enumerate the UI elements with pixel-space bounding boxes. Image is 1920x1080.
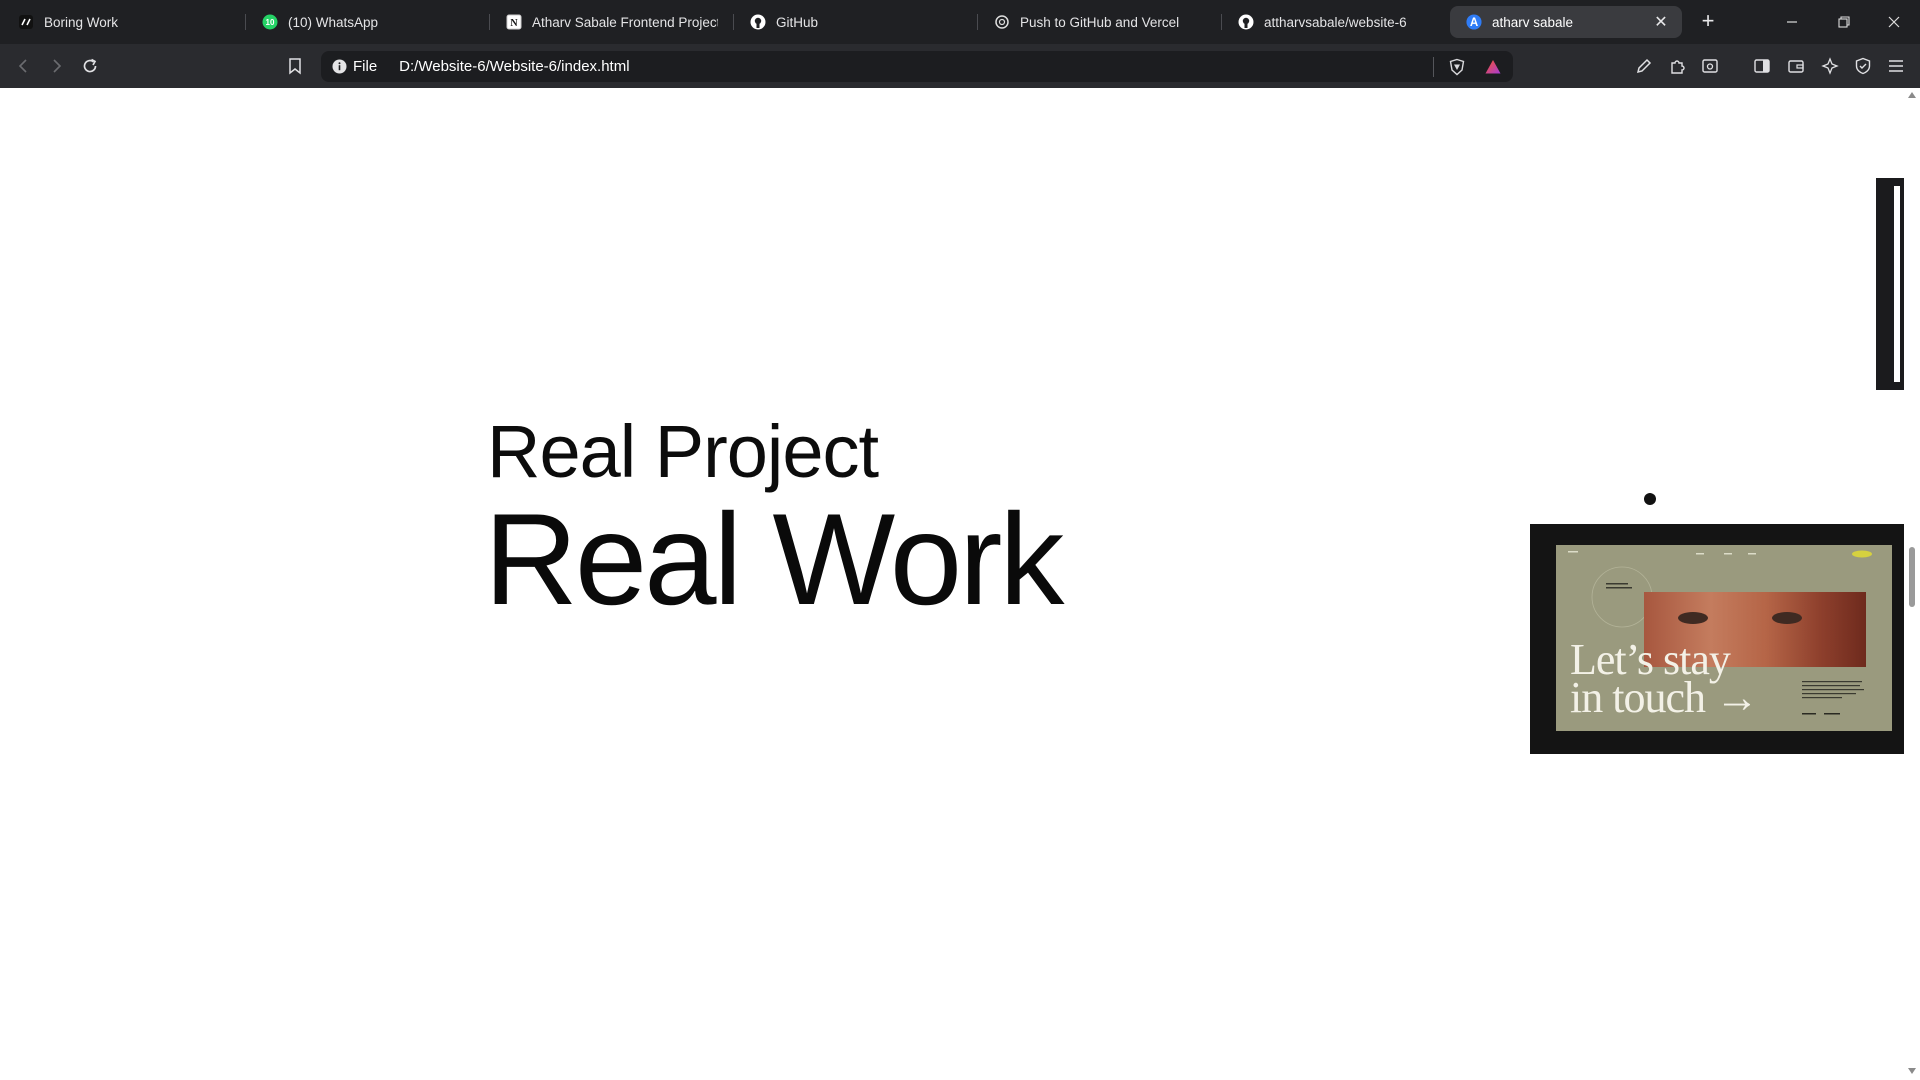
scroll-up-arrow-icon[interactable]	[1908, 92, 1916, 98]
github-icon	[1238, 14, 1254, 30]
tab-title: Atharv Sabale Frontend Projects	[532, 14, 718, 30]
chatgpt-icon	[994, 14, 1010, 30]
notion-icon: N	[506, 14, 522, 30]
back-button[interactable]	[12, 54, 36, 78]
tab-title: (10) WhatsApp	[288, 14, 379, 30]
project-preview-card[interactable]: Let’s stay in touch →	[1530, 524, 1904, 754]
close-tab-icon[interactable]: ✕	[1652, 13, 1670, 31]
whatsapp-icon: 10	[262, 14, 278, 30]
tab-notion-projects[interactable]: N Atharv Sabale Frontend Projects	[490, 6, 734, 38]
hero-subheading: Real Project	[487, 410, 879, 493]
leo-pen-icon[interactable]	[1632, 54, 1656, 78]
project-preview-screenshot: Let’s stay in touch →	[1556, 545, 1892, 731]
tab-title: Push to GitHub and Vercel	[1020, 14, 1180, 30]
preview-headline: Let’s stay in touch →	[1570, 638, 1759, 720]
preview-headline-line2: in touch	[1570, 673, 1706, 722]
new-tab-button[interactable]: +	[1696, 10, 1720, 34]
boring-work-icon	[18, 14, 34, 30]
tab-title: GitHub	[776, 14, 819, 30]
site-a-icon: A	[1466, 14, 1482, 30]
tab-boring-work[interactable]: Boring Work	[2, 6, 246, 38]
bookmark-icon[interactable]	[283, 54, 307, 78]
url-text[interactable]: D:/Website-6/Website-6/index.html	[399, 58, 629, 75]
scroll-down-arrow-icon[interactable]	[1908, 1068, 1916, 1074]
whatsapp-badge: 10	[266, 18, 275, 27]
leo-ai-icon[interactable]	[1818, 54, 1842, 78]
vpn-shield-icon[interactable]	[1851, 54, 1875, 78]
custom-cursor-dot	[1644, 493, 1656, 505]
svg-text:A: A	[1470, 17, 1479, 29]
restore-window-button[interactable]	[1824, 8, 1864, 36]
arrow-right-icon: →	[1714, 673, 1759, 722]
tab-chatgpt[interactable]: Push to GitHub and Vercel	[978, 6, 1222, 38]
extensions-icon[interactable]	[1666, 54, 1690, 78]
page-scrollbar[interactable]	[1904, 88, 1920, 1080]
sidebar-icon[interactable]	[1750, 54, 1774, 78]
tab-github-repo[interactable]: attharvsabale/website-6	[1222, 6, 1450, 38]
address-bar[interactable]: File D:/Website-6/Website-6/index.html	[321, 51, 1513, 82]
tab-active-site[interactable]: A atharv sabale ✕	[1450, 6, 1682, 38]
scroll-thumb[interactable]	[1909, 547, 1915, 607]
tab-search-icon[interactable]	[1698, 54, 1722, 78]
menu-icon[interactable]	[1884, 54, 1908, 78]
tab-title: attharvsabale/website-6	[1264, 14, 1407, 30]
tab-title: Boring Work	[44, 14, 119, 30]
tab-whatsapp[interactable]: 10 (10) WhatsApp	[246, 6, 490, 38]
forward-button[interactable]	[44, 54, 68, 78]
wallet-icon[interactable]	[1784, 54, 1808, 78]
url-scheme-label: File	[353, 58, 378, 75]
info-icon[interactable]	[331, 59, 347, 75]
reload-button[interactable]	[78, 54, 102, 78]
brave-shields-icon[interactable]	[1447, 57, 1467, 77]
tab-github[interactable]: GitHub	[734, 6, 978, 38]
hero-heading: Real Work	[484, 486, 1064, 632]
svg-text:N: N	[510, 18, 518, 29]
side-project-card-edge[interactable]	[1876, 178, 1904, 390]
brave-rewards-icon[interactable]	[1483, 57, 1503, 77]
close-window-button[interactable]	[1874, 8, 1914, 36]
browser-toolbar: File D:/Website-6/Website-6/index.html	[0, 44, 1920, 88]
minimize-window-button[interactable]	[1772, 8, 1812, 36]
tab-strip: Boring Work 10 (10) WhatsApp N Atharv Sa…	[0, 0, 1920, 44]
tab-title: atharv sabale	[1492, 14, 1574, 30]
github-icon	[750, 14, 766, 30]
